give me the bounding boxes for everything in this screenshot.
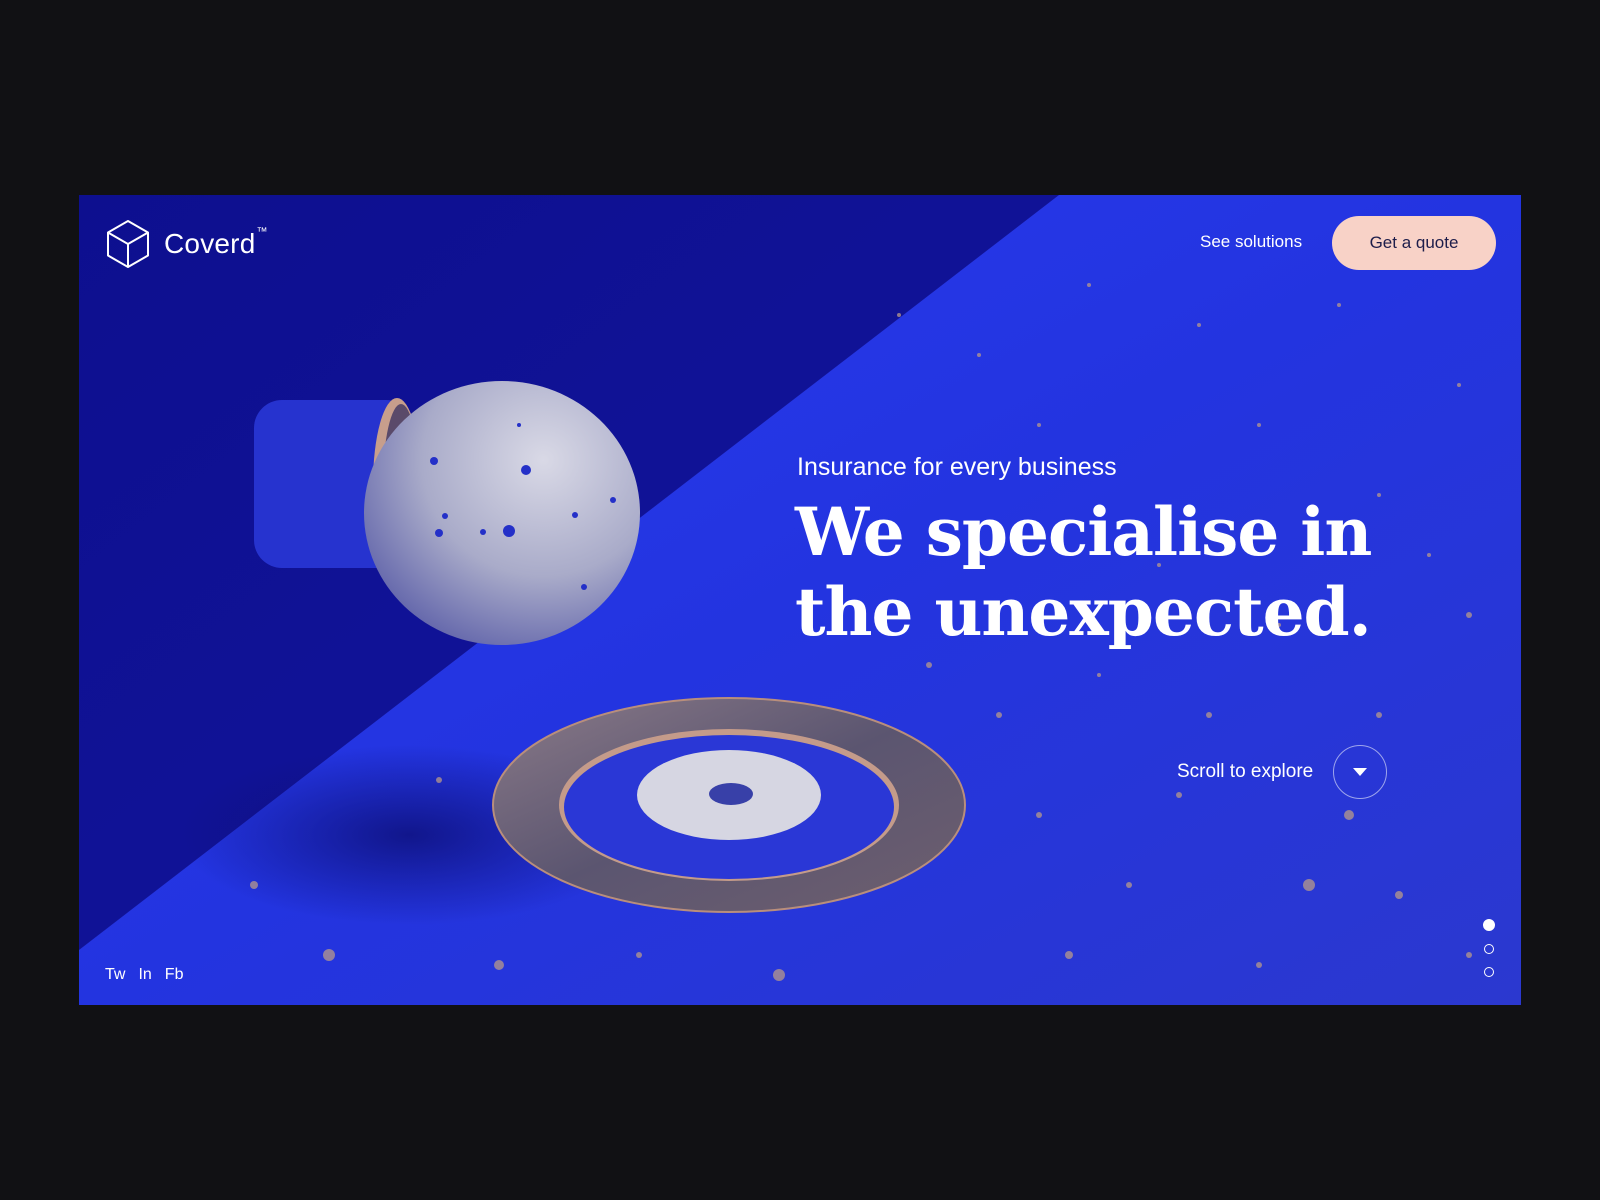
- hero-frame: Coverd™ See solutions Get a quote Insura…: [79, 195, 1521, 1005]
- brand-logo[interactable]: Coverd™: [106, 219, 268, 269]
- headline-line-1: We specialise in: [795, 493, 1372, 571]
- scroll-down-button[interactable]: [1333, 745, 1388, 799]
- social-links: Tw In Fb: [105, 966, 183, 984]
- slide-pager: [1483, 919, 1495, 977]
- chevron-down-icon: [1353, 767, 1368, 776]
- brand-name-text: Coverd: [164, 228, 256, 259]
- see-solutions-link[interactable]: See solutions: [1200, 232, 1302, 252]
- pager-dot-1[interactable]: [1483, 919, 1495, 931]
- brand-name: Coverd™: [164, 226, 268, 260]
- get-a-quote-button[interactable]: Get a quote: [1332, 216, 1496, 270]
- headline-line-2: the unexpected.: [795, 573, 1372, 651]
- pager-dot-3[interactable]: [1484, 967, 1494, 977]
- cube-outline-icon: [107, 220, 149, 268]
- scroll-to-explore[interactable]: Scroll to explore: [1177, 745, 1388, 799]
- social-link-facebook[interactable]: Fb: [165, 966, 184, 984]
- hero-kicker: Insurance for every business: [797, 453, 1117, 481]
- social-link-linkedin[interactable]: In: [138, 966, 151, 984]
- pager-dot-2[interactable]: [1484, 944, 1494, 954]
- social-link-twitter[interactable]: Tw: [105, 966, 125, 984]
- scroll-label: Scroll to explore: [1177, 761, 1314, 782]
- trademark-symbol: ™: [256, 226, 268, 238]
- hero-headline: We specialise in the unexpected.: [795, 492, 1495, 652]
